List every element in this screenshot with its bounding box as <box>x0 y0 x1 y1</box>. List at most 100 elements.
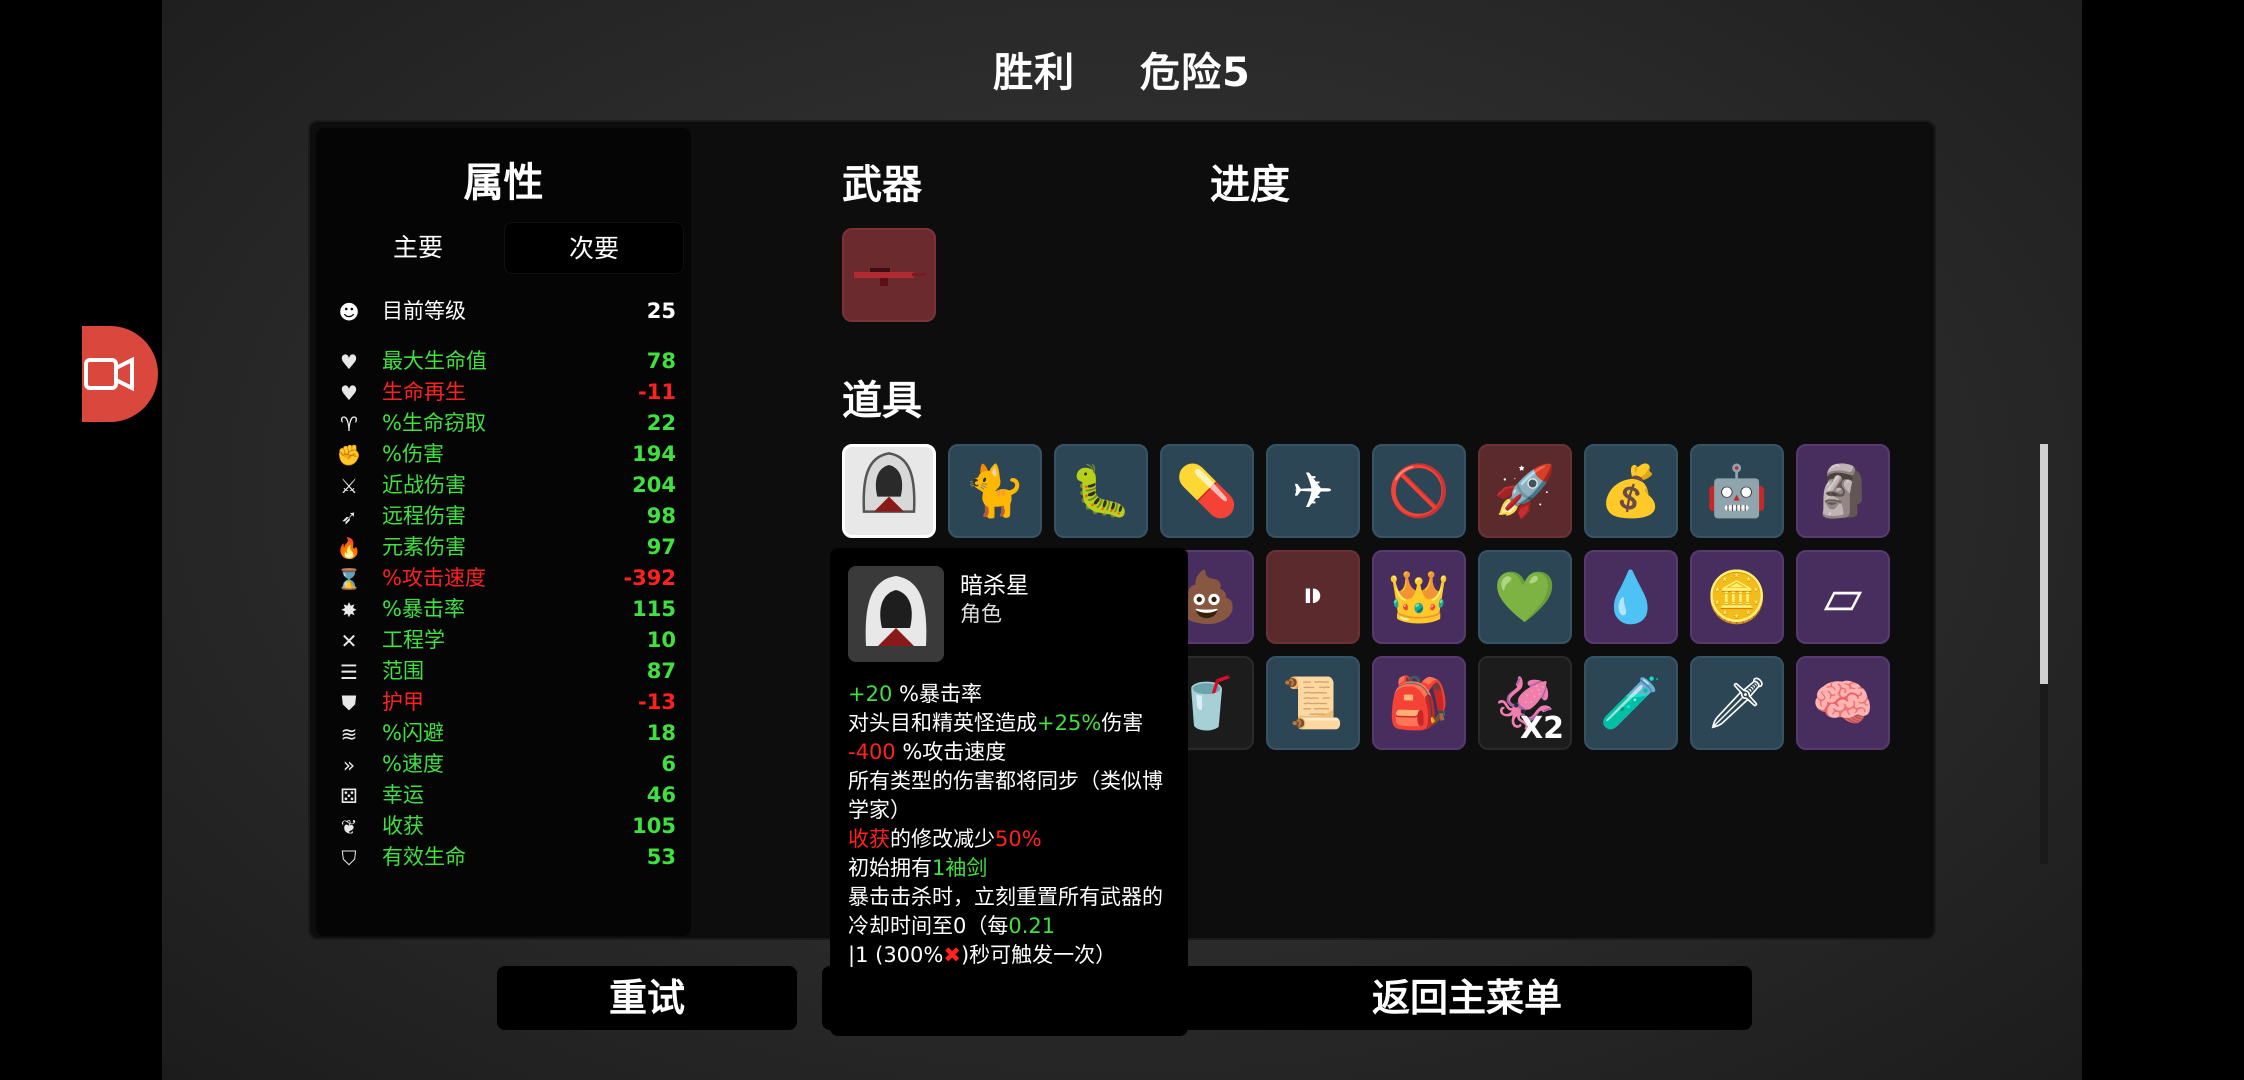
speed-icon: » <box>342 753 356 777</box>
item-scrollbar[interactable] <box>2040 444 2048 864</box>
weapon-slot[interactable] <box>842 228 936 322</box>
stat-row: ✊ %伤害 194 <box>336 439 676 469</box>
item-slot[interactable]: 🚀 <box>1478 444 1572 538</box>
drone-icon: ✈ <box>1292 462 1334 520</box>
item-slot[interactable]: 🤖 <box>1690 444 1784 538</box>
stat-row: ❦ 收获 105 <box>336 811 676 841</box>
item-slot[interactable]: 💰 <box>1584 444 1678 538</box>
stat-value: -392 <box>623 566 676 590</box>
rifle-icon <box>854 268 926 286</box>
wrench-icon: ✕ <box>340 629 358 653</box>
stat-value: 6 <box>661 752 676 776</box>
stat-value: 53 <box>646 845 676 869</box>
stat-label: %攻击速度 <box>382 566 486 590</box>
range-icon: ☰ <box>340 660 358 684</box>
blood-drop-icon: 💧 <box>1599 567 1663 626</box>
item-slot[interactable]: 🪙 <box>1690 550 1784 644</box>
item-slot[interactable]: 👑 <box>1372 550 1466 644</box>
stat-label: 远程伤害 <box>382 504 466 528</box>
stat-row: ♥ 最大生命值 78 <box>336 346 676 376</box>
item-slot[interactable]: 💊 <box>1160 444 1254 538</box>
tooltip-line: 对头目和精英怪造成+25%伤害 <box>848 711 1144 735</box>
eraser-icon: ▱ <box>1823 568 1863 626</box>
stat-value: 78 <box>646 349 676 373</box>
heart-plus-icon: ♥ <box>340 381 358 405</box>
stat-label: 最大生命值 <box>382 349 487 373</box>
item-slot[interactable]: 🐈 <box>948 444 1042 538</box>
wheat-icon: ❦ <box>340 815 358 839</box>
stat-label: 护甲 <box>382 690 424 714</box>
heart-icon: ♥ <box>340 350 358 374</box>
stat-row-level: ☻ 目前等级 25 <box>336 296 676 326</box>
stat-row: ✸ %暴击率 115 <box>336 594 676 624</box>
stat-row: 🔥 元素伤害 97 <box>336 532 676 562</box>
stat-row: ⌛ %攻击速度 -392 <box>336 563 676 593</box>
tooltip-line: 暴击击杀时，立刻重置所有武器的冷却时间至0（每0.21 <box>848 885 1163 938</box>
tab-primary-stats[interactable]: 主要 <box>328 222 508 274</box>
assassin-icon <box>849 445 929 537</box>
no-pig-icon: 🚫 <box>1387 461 1451 520</box>
item-slot[interactable]: 🎒 <box>1372 656 1466 750</box>
scroll-icon: 📜 <box>1281 673 1345 732</box>
stat-row: ✕ 工程学 10 <box>336 625 676 655</box>
stat-value: 115 <box>632 597 676 621</box>
item-tooltip: 暗杀星 角色 +20 %暴击率 对头目和精英怪造成+25%伤害 -400 %攻击速度… <box>830 548 1188 1036</box>
tooltip-item-type: 角色 <box>960 602 1002 626</box>
item-slot[interactable]: 🚫 <box>1372 444 1466 538</box>
rocket-icon: 🚀 <box>1493 461 1557 520</box>
stat-label: 收获 <box>382 814 424 838</box>
tooltip-line: |1 (300%✖)秒可触发一次） <box>848 943 1117 967</box>
progress-heading: 进度 <box>1210 162 1290 208</box>
item-slot[interactable]: 🦑 X2 <box>1478 656 1572 750</box>
item-slot[interactable]: 🐛 <box>1054 444 1148 538</box>
stat-value: 87 <box>646 659 676 683</box>
stat-label: %速度 <box>382 752 444 776</box>
item-slot[interactable]: 💧 <box>1584 550 1678 644</box>
item-slot[interactable] <box>842 444 936 538</box>
stat-row: ⛉ 有效生命 53 <box>336 842 677 872</box>
robot-helmet-icon: 🤖 <box>1705 461 1769 520</box>
worm-icon: 🐛 <box>1069 461 1133 520</box>
items-heading: 道具 <box>842 378 922 424</box>
result-title: 胜利 危险5 <box>162 40 2082 98</box>
item-slot[interactable]: 📜 <box>1266 656 1360 750</box>
item-slot[interactable]: ⁍ <box>1266 550 1360 644</box>
retry-button[interactable]: 重试 <box>497 966 797 1030</box>
tooltip-line: 所有类型的伤害都将同步（类似博学家） <box>848 769 1163 822</box>
wizard-bag-icon: 🎒 <box>1387 673 1451 732</box>
item-slot[interactable]: ✈ <box>1266 444 1360 538</box>
stat-label: %暴击率 <box>382 597 465 621</box>
stat-label: 近战伤害 <box>382 473 466 497</box>
tooltip-line: 收获的修改减少50% <box>848 827 1042 851</box>
item-slot[interactable]: 🗿 <box>1796 444 1890 538</box>
hourglass-icon: ⌛ <box>336 567 362 591</box>
screen-record-button[interactable] <box>82 326 158 422</box>
stat-label: 生命再生 <box>382 380 466 404</box>
item-slot[interactable]: ▱ <box>1796 550 1890 644</box>
item-slot[interactable]: 💚 <box>1478 550 1572 644</box>
stat-label: 有效生命 <box>382 845 466 869</box>
item-slot[interactable]: 🧪 <box>1584 656 1678 750</box>
assassin-portrait-icon <box>848 566 944 662</box>
brain-icon: 🧠 <box>1811 673 1875 732</box>
stat-value: 22 <box>646 411 676 435</box>
stat-value: 105 <box>632 814 676 838</box>
item-slot[interactable]: 🧠 <box>1796 656 1890 750</box>
shield-icon: ⛊ <box>341 691 357 715</box>
stat-row: ♥ 生命再生 -11 <box>336 377 676 407</box>
stats-heading: 属性 <box>463 160 544 206</box>
item-slot[interactable]: 🗡 <box>1690 656 1784 750</box>
tooltip-line: 初始拥有1袖剑 <box>848 856 988 880</box>
stat-label: %闪避 <box>382 721 444 745</box>
stat-value: 46 <box>646 783 676 807</box>
video-camera-icon <box>84 356 134 392</box>
scrollbar-thumb[interactable] <box>2040 444 2048 684</box>
sword-icon: ⚔ <box>340 474 358 498</box>
level-icon: ☻ <box>338 300 360 324</box>
tab-secondary-stats[interactable]: 次要 <box>504 222 684 274</box>
tooltip-description: +20 %暴击率 对头目和精英怪造成+25%伤害 -400 %攻击速度 所有类型的伤害… <box>848 680 1178 970</box>
main-menu-button[interactable]: 返回主菜单 <box>1182 966 1752 1030</box>
broken-heart-icon: 💚 <box>1493 567 1557 626</box>
stat-value: 194 <box>632 442 676 466</box>
shield-heart-icon: ⛉ <box>341 846 357 870</box>
